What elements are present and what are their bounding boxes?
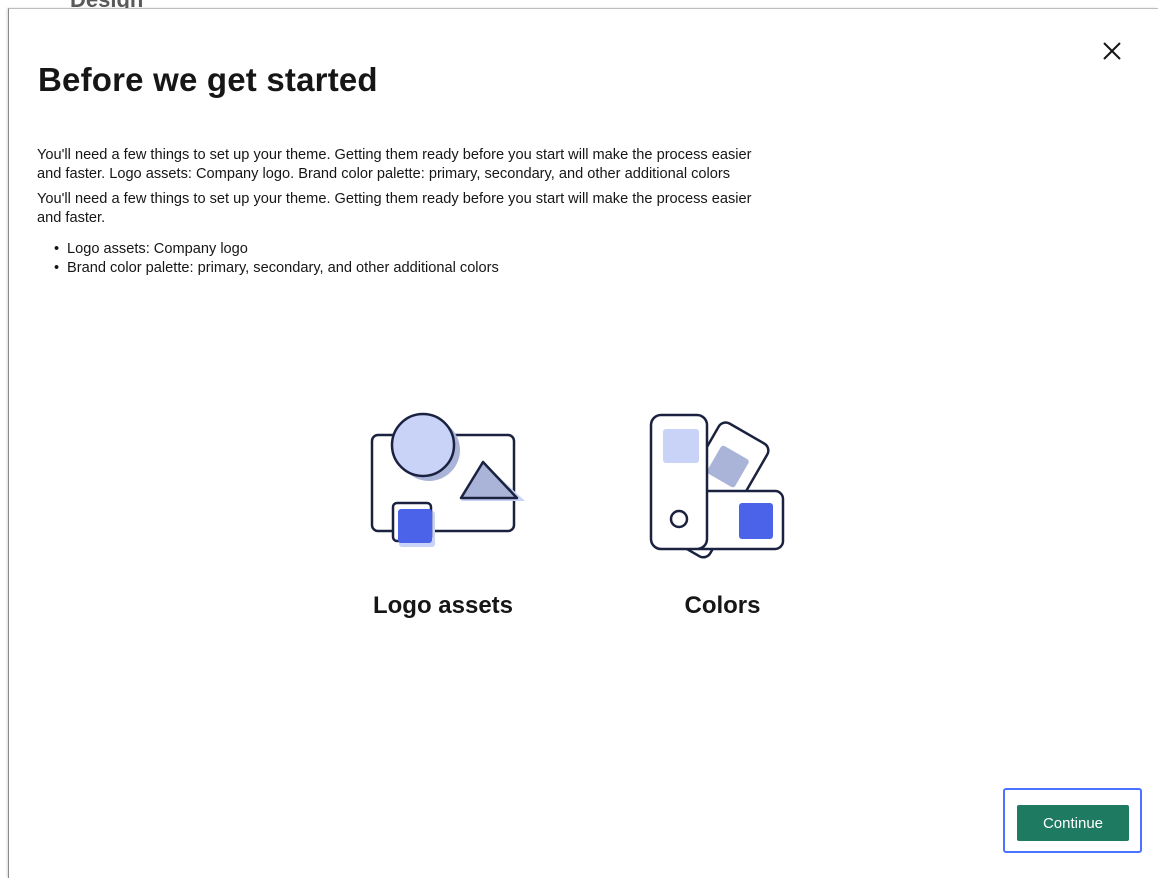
logo-assets-label: Logo assets: [372, 592, 514, 619]
continue-button[interactable]: Continue: [1017, 805, 1129, 841]
close-icon: [1103, 42, 1121, 60]
dialog-body: You'll need a few things to set up your …: [37, 146, 757, 278]
colors-label: Colors: [684, 592, 761, 619]
list-item: Brand color palette: primary, secondary,…: [54, 259, 757, 278]
list-item: Logo assets: Company logo: [54, 240, 757, 259]
requirements-list: Logo assets: Company logo Brand color pa…: [37, 240, 757, 278]
logo-assets-icon: [363, 405, 533, 555]
intro-paragraph-1: You'll need a few things to set up your …: [37, 147, 752, 182]
intro-paragraph-2: You'll need a few things to set up your …: [37, 191, 752, 226]
onboarding-dialog: Before we get started You'll need a few …: [8, 8, 1158, 878]
dialog-title: Before we get started: [38, 61, 378, 98]
color-swatches-icon: [641, 411, 791, 561]
close-button[interactable]: [1094, 33, 1130, 69]
